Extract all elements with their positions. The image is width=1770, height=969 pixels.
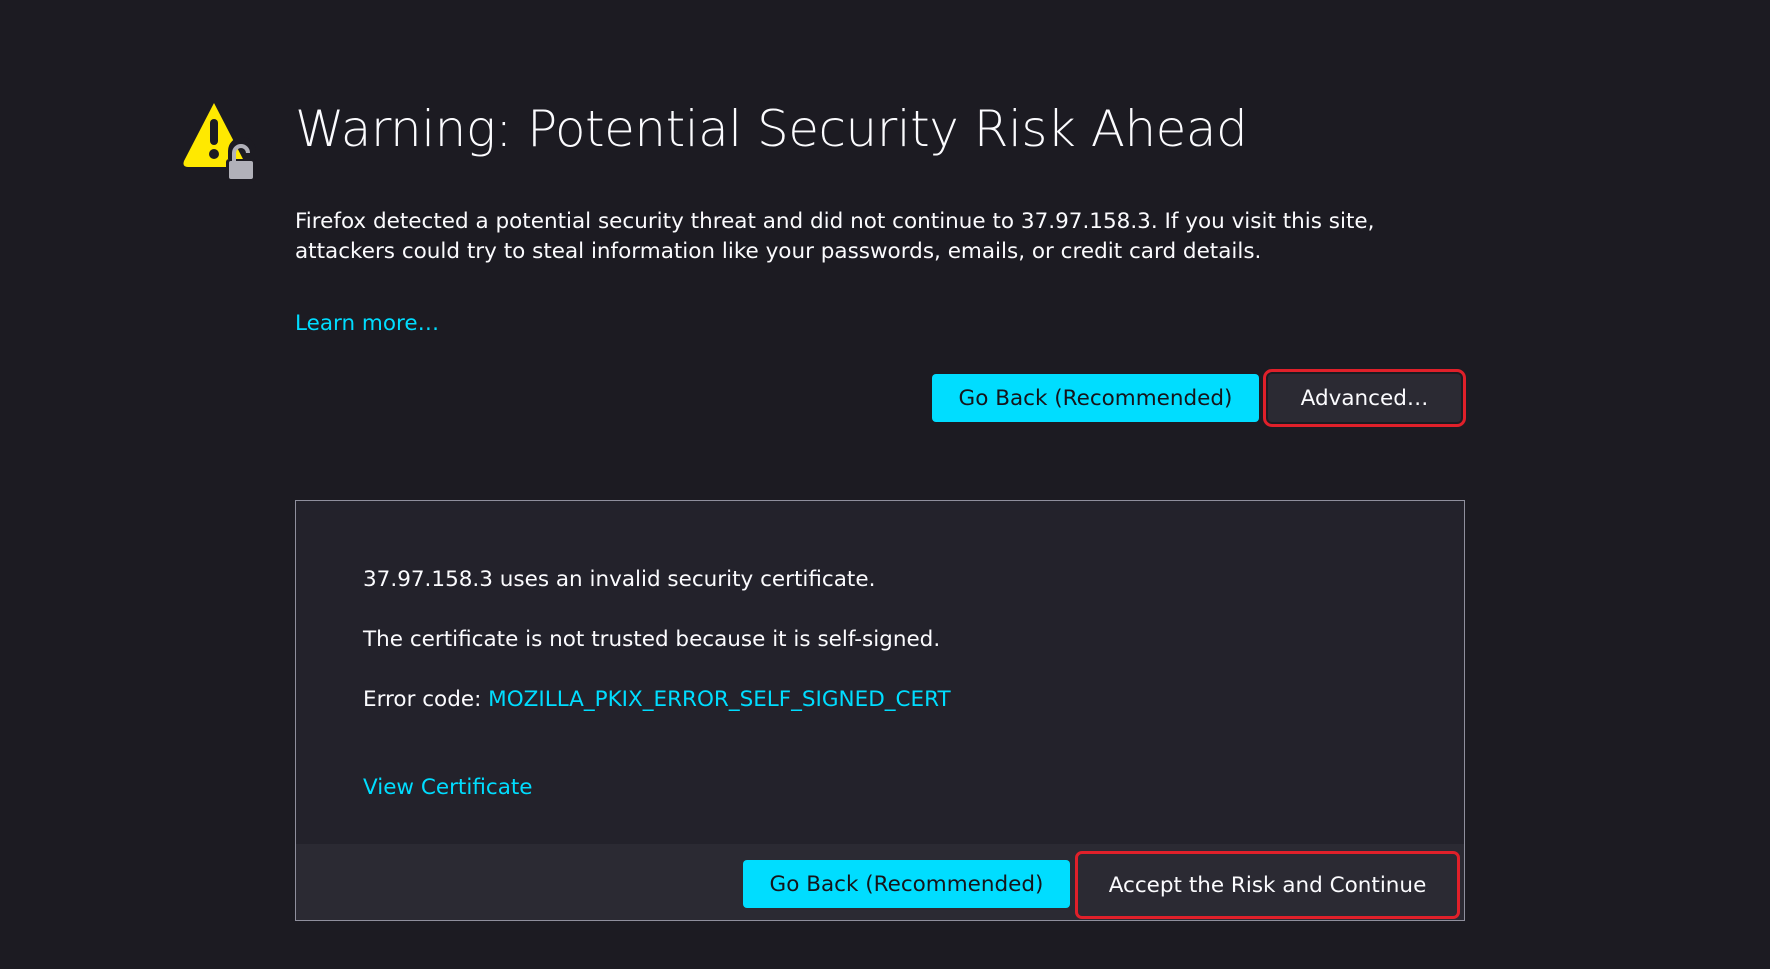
error-code-label: Error code: (363, 687, 489, 712)
go-back-button-panel[interactable]: Go Back (Recommended) (743, 860, 1070, 908)
self-signed-text: The certificate is not trusted because i… (363, 627, 941, 652)
accept-risk-button[interactable]: Accept the Risk and Continue (1075, 851, 1460, 919)
invalid-cert-text: 37.97.158.3 uses an invalid security cer… (363, 567, 876, 592)
error-code-line: Error code: MOZILLA_PKIX_ERROR_SELF_SIGN… (363, 687, 951, 712)
warning-lock-icon (183, 103, 256, 181)
view-certificate-link[interactable]: View Certificate (363, 775, 533, 800)
security-warning-page: Warning: Potential Security Risk Ahead F… (0, 0, 1770, 969)
go-back-button[interactable]: Go Back (Recommended) (932, 374, 1259, 422)
advanced-button[interactable]: Advanced… (1263, 369, 1466, 427)
page-title: Warning: Potential Security Risk Ahead (295, 100, 1248, 158)
warning-description: Firefox detected a potential security th… (295, 209, 1375, 264)
advanced-panel: 37.97.158.3 uses an invalid security cer… (295, 500, 1465, 921)
learn-more-link[interactable]: Learn more… (295, 311, 439, 336)
error-code-link[interactable]: MOZILLA_PKIX_ERROR_SELF_SIGNED_CERT (488, 687, 950, 712)
